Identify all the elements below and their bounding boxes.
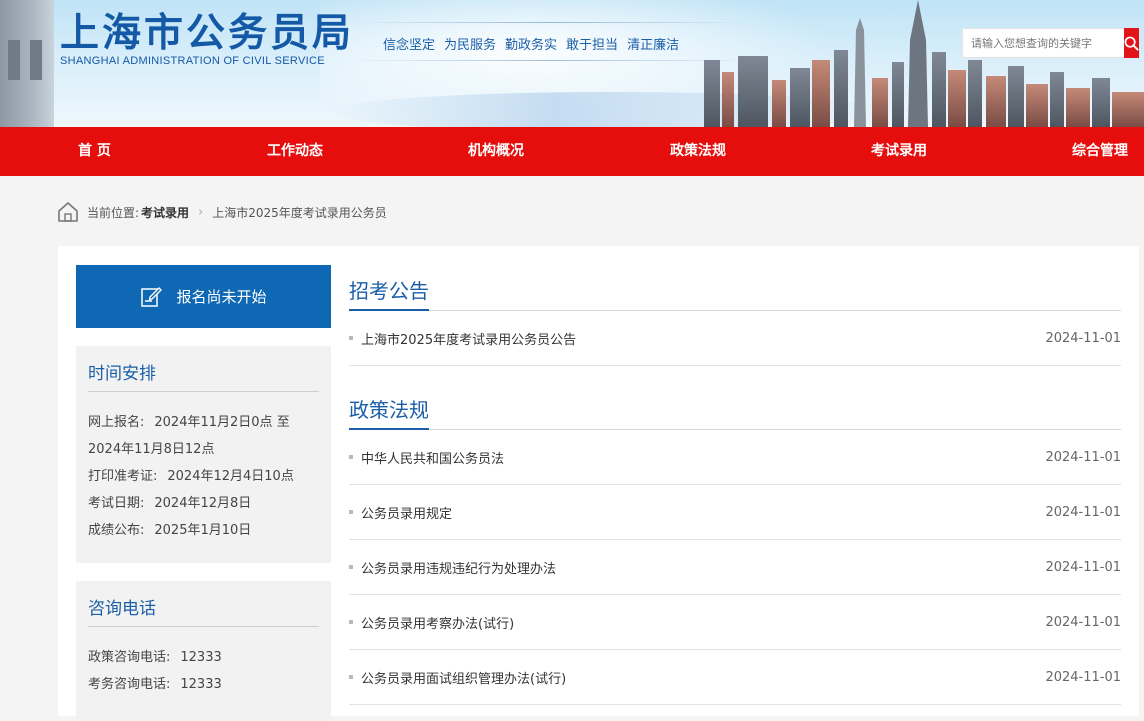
nav-item-work-news[interactable]: 工作动态 <box>267 127 323 176</box>
schedule-row: 网上报名: 2024年11月2日0点 至 <box>88 409 319 436</box>
schedule-label: 打印准考证: <box>88 469 158 484</box>
schedule-value: 2024年11月2日0点 至 <box>154 415 290 430</box>
breadcrumb-section-link[interactable]: 考试录用 <box>141 204 189 221</box>
list-item[interactable]: 公务员录用考察办法(试行) 2024-11-01 <box>349 595 1121 650</box>
schedule-value: 2024年11月8日12点 <box>88 442 215 457</box>
breadcrumb: 当前位置: 考试录用 › 上海市2025年度考试录用公务员 <box>57 201 387 223</box>
nav-item-management[interactable]: 综合管理 <box>1072 127 1128 176</box>
list-item-date: 2024-11-01 <box>1045 330 1121 346</box>
list-item-title[interactable]: 中华人民共和国公务员法 <box>361 448 504 467</box>
policy-title[interactable]: 政策法规 <box>349 389 429 430</box>
phone-number: 12333 <box>180 650 222 665</box>
list-item[interactable]: 中华人民共和国公务员法 2024-11-01 <box>349 430 1121 485</box>
bullet-icon <box>349 336 353 340</box>
schedule-row: 成绩公布: 2025年1月10日 <box>88 517 319 544</box>
list-item[interactable]: 公务员录用违规违纪行为处理办法 2024-11-01 <box>349 540 1121 595</box>
slogan-item: 勤政务实 <box>505 38 558 53</box>
search-input[interactable] <box>963 29 1124 57</box>
list-item-date: 2024-11-01 <box>1045 504 1121 520</box>
skyline-image <box>704 0 1144 127</box>
edit-icon <box>141 286 163 307</box>
bullet-icon <box>349 675 353 679</box>
list-item-title[interactable]: 公务员录用面试组织管理办法(试行) <box>361 668 566 687</box>
schedule-label: 考试日期: <box>88 496 145 511</box>
search-box <box>962 28 1139 58</box>
home-icon[interactable] <box>57 201 79 223</box>
list-item[interactable]: 公务员录用规定 2024-11-01 <box>349 485 1121 540</box>
list-item[interactable]: 上海市2025年度考试录用公务员公告 2024-11-01 <box>349 311 1121 366</box>
phone-number: 12333 <box>180 677 222 692</box>
consult-phone-title: 咨询电话 <box>88 581 319 627</box>
slogan-item: 为民服务 <box>444 38 497 53</box>
schedule-box: 时间安排 网上报名: 2024年11月2日0点 至 2024年11月8日12点 打… <box>76 346 331 563</box>
list-item-date: 2024-11-01 <box>1045 559 1121 575</box>
bullet-icon <box>349 455 353 459</box>
schedule-row: 2024年11月8日12点 <box>88 436 319 463</box>
nav-item-organization[interactable]: 机构概况 <box>468 127 524 176</box>
bullet-icon <box>349 510 353 514</box>
bullet-icon <box>349 620 353 624</box>
signup-status-button[interactable]: 报名尚未开始 <box>76 265 331 328</box>
slogan-bar: 信念坚定 为民服务 勤政务实 敢于担当 清正廉洁 <box>383 34 679 53</box>
nav-item-home[interactable]: 首 页 <box>78 127 111 176</box>
schedule-value: 2024年12月4日10点 <box>167 469 294 484</box>
main-panel: 报名尚未开始 时间安排 网上报名: 2024年11月2日0点 至 2024年11月… <box>58 246 1139 721</box>
header-building-image <box>0 0 54 127</box>
signup-status-label: 报名尚未开始 <box>176 288 267 306</box>
site-logo-subtitle: SHANGHAI ADMINISTRATION OF CIVIL SERVICE <box>60 55 325 67</box>
slogan-divider-top <box>350 22 750 23</box>
schedule-label: 网上报名: <box>88 415 145 430</box>
nav-item-policy[interactable]: 政策法规 <box>670 127 726 176</box>
phone-label: 政策咨询电话: <box>88 650 171 665</box>
schedule-list: 网上报名: 2024年11月2日0点 至 2024年11月8日12点 打印准考证:… <box>88 392 319 544</box>
phone-row: 政策咨询电话: 12333 <box>88 644 319 671</box>
notice-title[interactable]: 招考公告 <box>349 270 429 311</box>
list-item[interactable]: 公务员录用面试组织管理办法(试行) 2024-11-01 <box>349 650 1121 705</box>
schedule-title: 时间安排 <box>88 346 319 392</box>
search-icon <box>1124 36 1139 51</box>
list-item-title[interactable]: 上海市2025年度考试录用公务员公告 <box>361 329 576 348</box>
main-nav: 首 页 工作动态 机构概况 政策法规 考试录用 综合管理 <box>0 127 1144 176</box>
slogan-item: 信念坚定 <box>383 38 436 53</box>
phone-row: 考务咨询电话: 12333 <box>88 671 319 698</box>
search-button[interactable] <box>1124 28 1139 58</box>
slogan-item: 清正廉洁 <box>627 38 680 53</box>
schedule-label: 成绩公布: <box>88 523 145 538</box>
schedule-value: 2025年1月10日 <box>154 523 252 538</box>
bullet-icon <box>349 565 353 569</box>
notice-section: 招考公告 上海市2025年度考试录用公务员公告 2024-11-01 <box>349 270 1121 366</box>
consult-phone-box: 咨询电话 政策咨询电话: 12333 考务咨询电话: 12333 <box>76 581 331 721</box>
policy-section: 政策法规 中华人民共和国公务员法 2024-11-01 公务员录用规定 2024… <box>349 389 1121 705</box>
consult-phone-list: 政策咨询电话: 12333 考务咨询电话: 12333 <box>88 627 319 698</box>
schedule-value: 2024年12月8日 <box>154 496 252 511</box>
nav-item-exam[interactable]: 考试录用 <box>871 127 927 176</box>
phone-label: 考务咨询电话: <box>88 677 171 692</box>
schedule-row: 打印准考证: 2024年12月4日10点 <box>88 463 319 490</box>
list-item-title[interactable]: 公务员录用违规违纪行为处理办法 <box>361 558 556 577</box>
site-header: 上海市公务员局 SHANGHAI ADMINISTRATION OF CIVIL… <box>0 0 1144 127</box>
list-item-title[interactable]: 公务员录用规定 <box>361 503 452 522</box>
list-item-date: 2024-11-01 <box>1045 614 1121 630</box>
breadcrumb-current: 上海市2025年度考试录用公务员 <box>212 205 387 220</box>
site-logo-title[interactable]: 上海市公务员局 <box>60 10 354 56</box>
breadcrumb-prefix: 当前位置: <box>87 205 140 220</box>
list-item-title[interactable]: 公务员录用考察办法(试行) <box>361 613 514 632</box>
slogan-divider-bottom <box>350 60 750 61</box>
policy-header: 政策法规 <box>349 389 1121 430</box>
list-item-date: 2024-11-01 <box>1045 449 1121 465</box>
chevron-right-icon: › <box>198 204 204 220</box>
notice-header: 招考公告 <box>349 270 1121 311</box>
slogan-item: 敢于担当 <box>566 38 619 53</box>
schedule-row: 考试日期: 2024年12月8日 <box>88 490 319 517</box>
list-item-date: 2024-11-01 <box>1045 669 1121 685</box>
